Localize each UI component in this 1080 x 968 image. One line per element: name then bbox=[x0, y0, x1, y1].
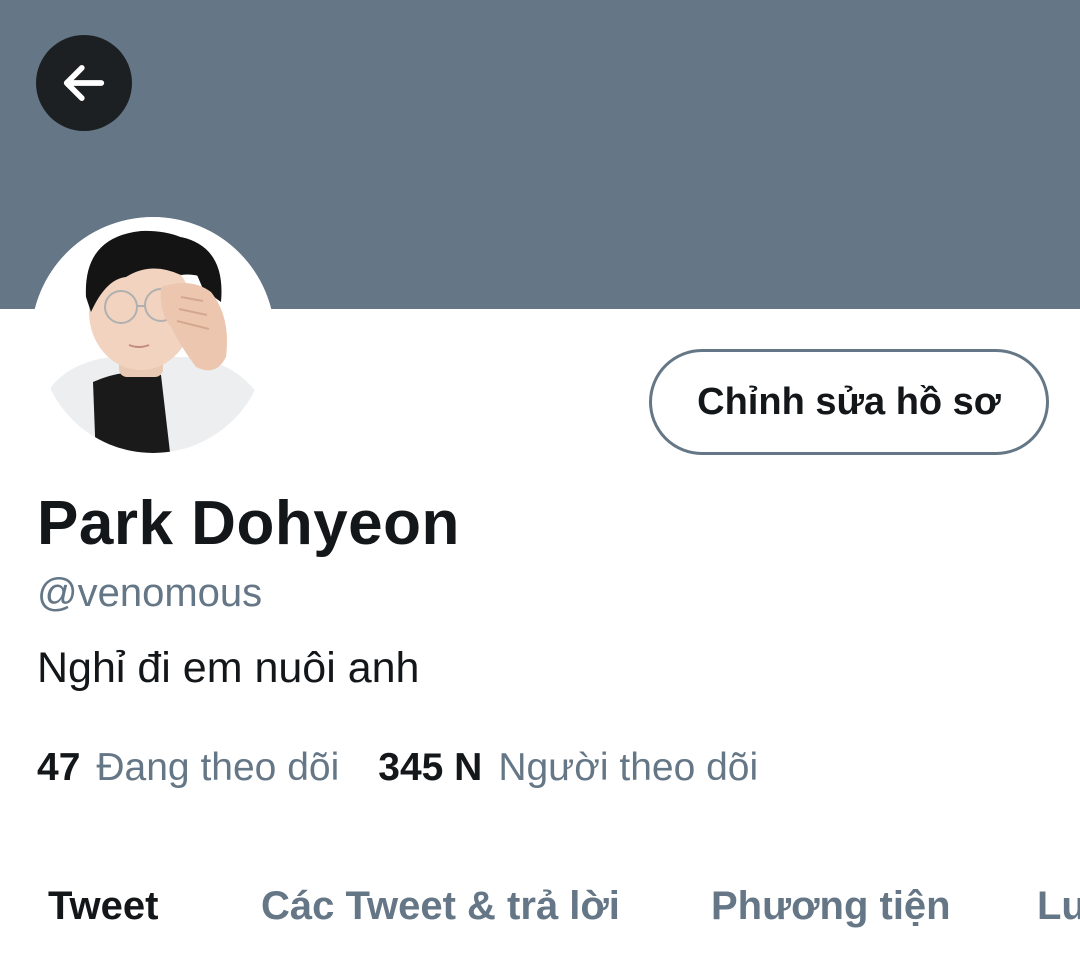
tab-likes[interactable]: Lượt thích bbox=[1037, 884, 1080, 929]
followers-count: 345 N bbox=[378, 746, 483, 789]
arrow-left-icon bbox=[58, 57, 110, 109]
edit-profile-button[interactable]: Chỉnh sửa hồ sơ bbox=[649, 349, 1049, 455]
followers-label: Người theo dõi bbox=[498, 746, 759, 789]
followers-stat[interactable]: 345 N Người theo dõi bbox=[378, 746, 758, 790]
following-label: Đang theo dõi bbox=[96, 746, 340, 789]
tab-tweets[interactable]: Tweet bbox=[48, 884, 158, 929]
back-button[interactable] bbox=[36, 35, 132, 131]
following-count: 47 bbox=[37, 746, 81, 789]
profile-tabs: Tweet Các Tweet & trả lời Phương tiện Lư… bbox=[0, 884, 1080, 944]
profile-bio: Nghỉ đi em nuôi anh bbox=[37, 644, 420, 692]
tab-media[interactable]: Phương tiện bbox=[711, 884, 951, 929]
user-handle: @venomous bbox=[37, 571, 263, 615]
follow-stats: 47 Đang theo dõi 345 N Người theo dõi bbox=[37, 746, 758, 790]
following-stat[interactable]: 47 Đang theo dõi bbox=[37, 746, 339, 790]
avatar[interactable] bbox=[31, 217, 275, 461]
profile-page: Chỉnh sửa hồ sơ Park Dohyeon @venomous N… bbox=[0, 0, 1080, 968]
display-name: Park Dohyeon bbox=[37, 489, 460, 558]
tab-tweets-and-replies[interactable]: Các Tweet & trả lời bbox=[261, 884, 620, 929]
